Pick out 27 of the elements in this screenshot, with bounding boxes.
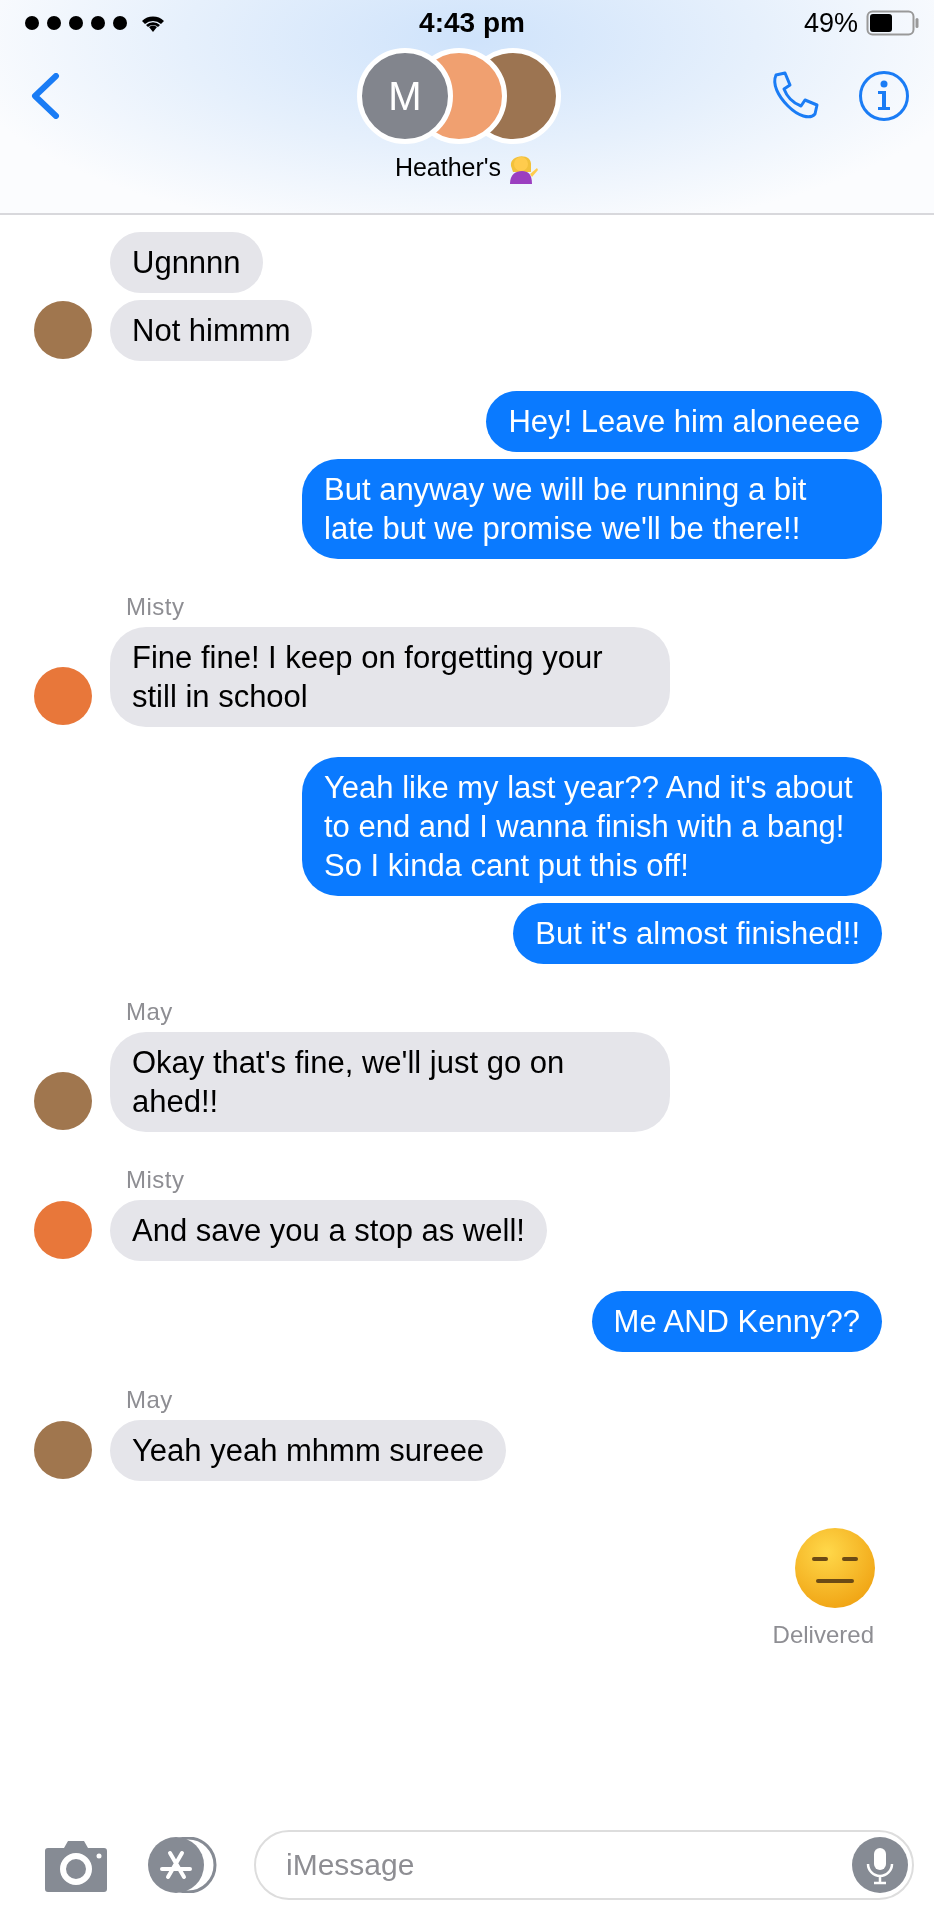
message-bubble: Yeah yeah mhmm sureee bbox=[110, 1420, 507, 1481]
microphone-icon[interactable] bbox=[852, 1837, 908, 1893]
expressionless-emoji-icon bbox=[794, 1527, 876, 1609]
message-field[interactable]: iMessage bbox=[254, 1830, 914, 1900]
camera-icon[interactable] bbox=[44, 1838, 108, 1892]
message-bubble: Me AND Kenny?? bbox=[591, 1291, 882, 1352]
delivery-status: Delivered bbox=[771, 1621, 875, 1649]
message-bubble: Okay that's fine, we'll just go on ahed!! bbox=[110, 1032, 670, 1132]
conversation-title[interactable]: Heather's bbox=[394, 152, 502, 182]
message-bubble: Not himmm bbox=[110, 300, 313, 361]
message-bubble: But anyway we will be running a bit late but we promise we'll be there!! bbox=[302, 459, 882, 559]
status-time: 4:43 pm bbox=[419, 7, 525, 39]
info-icon[interactable] bbox=[858, 70, 910, 122]
battery-percent: 49% bbox=[803, 7, 858, 39]
sender-name: May bbox=[125, 1386, 174, 1414]
battery-icon bbox=[866, 10, 920, 36]
message-bubble: Hey! Leave him aloneeee bbox=[486, 391, 882, 452]
message-bubble: And save you a stop as well! bbox=[110, 1200, 547, 1261]
sender-name: Misty bbox=[125, 593, 186, 621]
message-bubble: Fine fine! I keep on forgetting your still in school bbox=[110, 627, 670, 727]
message-bubble: Ugnnnn bbox=[110, 232, 263, 293]
message-bubble: But it's almost finished!! bbox=[513, 903, 882, 964]
sender-name: Misty bbox=[125, 1166, 186, 1194]
message-bubble: Yeah like my last year?? And it's about to end and I wanna finish with a bang! So I kinda cant put this off! bbox=[302, 757, 882, 896]
sender-name: May bbox=[125, 998, 174, 1026]
back-icon[interactable] bbox=[30, 73, 60, 119]
group-avatar[interactable]: M bbox=[357, 48, 453, 144]
